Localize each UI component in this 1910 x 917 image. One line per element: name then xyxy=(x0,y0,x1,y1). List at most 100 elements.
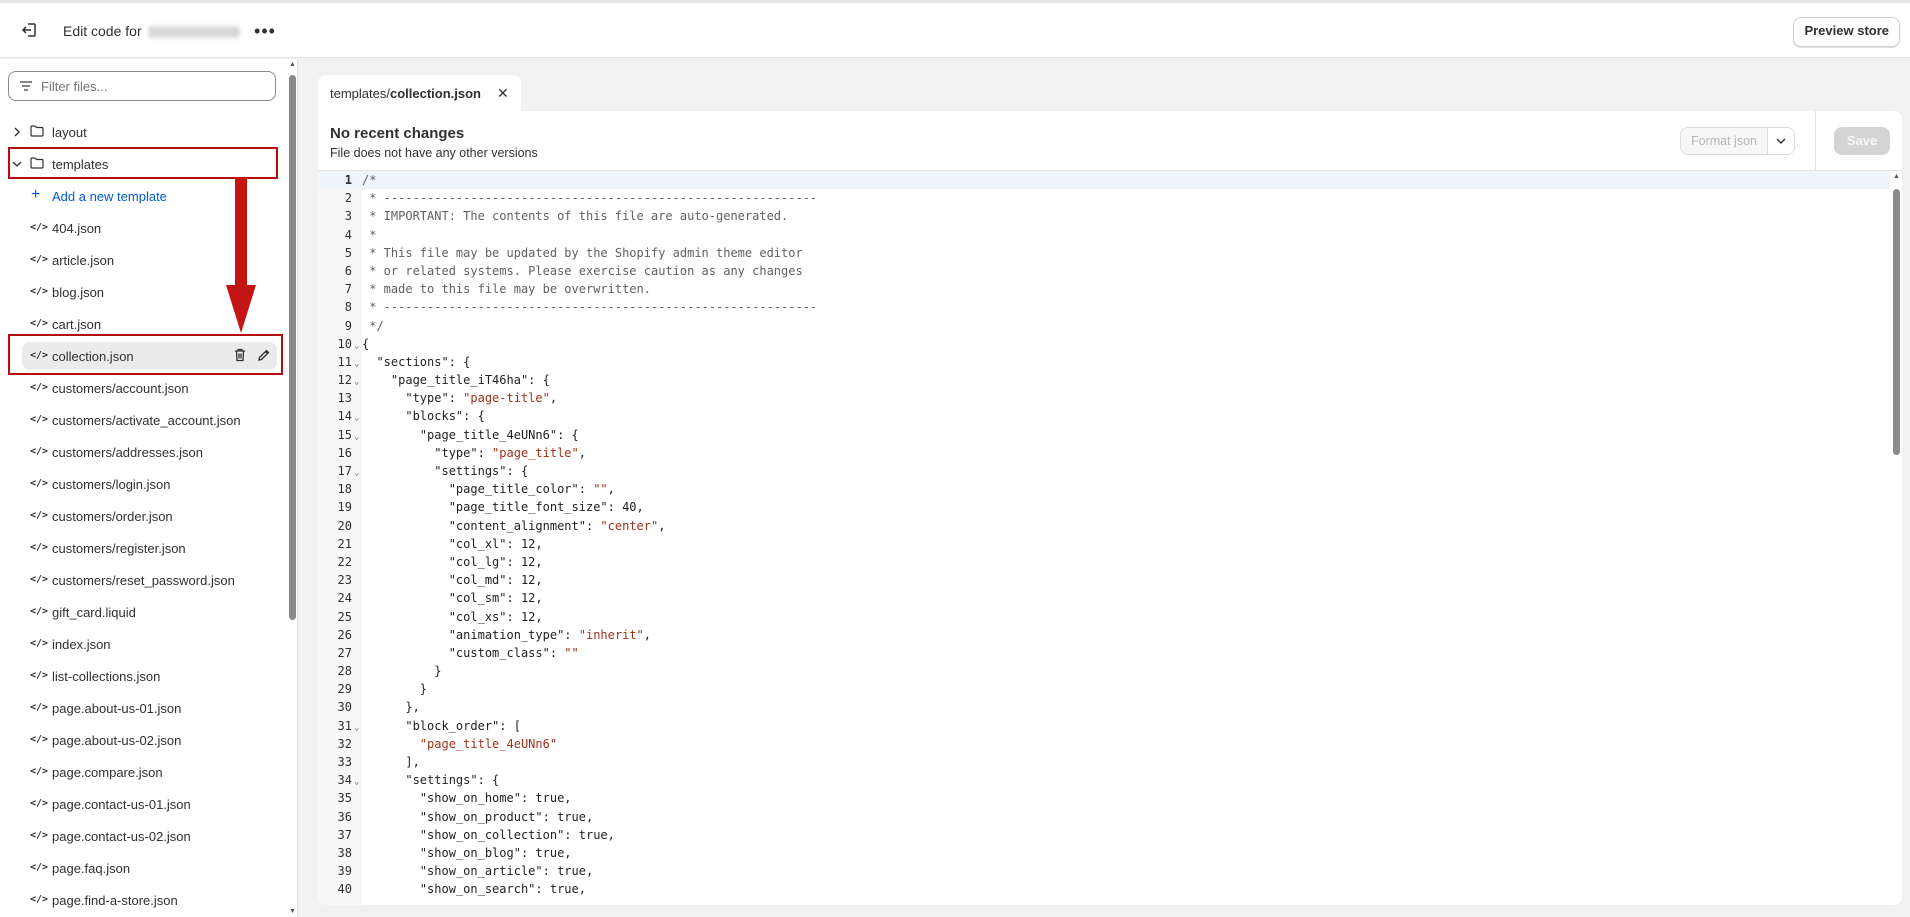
more-actions-button[interactable]: ••• xyxy=(254,20,276,42)
code-file-icon: </> xyxy=(30,766,49,777)
code-text: "col_sm": 12, xyxy=(362,591,543,606)
tab-filename: collection.json xyxy=(389,85,481,101)
file-item[interactable]: </> page.faq.json xyxy=(0,852,285,884)
code-text: "col_md": 12, xyxy=(362,573,543,588)
chevron-right-icon xyxy=(11,126,23,138)
line-number: 21 xyxy=(337,536,352,551)
file-item[interactable]: </> customers/login.json xyxy=(0,468,285,500)
code-line: 37 "show_on_collection": true, xyxy=(318,826,1890,844)
code-text: "show_on_product": true, xyxy=(362,809,594,824)
code-editor[interactable]: 1 /* 2 * ---------------------------------… xyxy=(318,171,1890,905)
line-number: 17 xyxy=(337,464,352,478)
code-line: 27 "custom_class": "" xyxy=(318,644,1890,662)
file-label: index.json xyxy=(52,636,111,652)
code-line: 25 "col_xs": 12, xyxy=(318,608,1890,626)
file-item[interactable]: </> page.find-a-store.json xyxy=(0,884,285,916)
code-line: 18 "page_title_color": "", xyxy=(318,480,1890,498)
file-item[interactable]: </> list-collections.json xyxy=(0,660,285,692)
code-text: "type": "page_title", xyxy=(362,445,586,460)
line-number: 20 xyxy=(337,518,352,533)
templates-highlight-box xyxy=(8,147,278,179)
code-line: 14 ⌄ "blocks": { xyxy=(318,407,1890,425)
line-number: 36 xyxy=(337,809,352,824)
code-line: 6 * or related systems. Please exercise … xyxy=(318,262,1890,280)
code-line: 36 "show_on_product": true, xyxy=(318,808,1890,826)
file-item[interactable]: </> page.about-us-01.json xyxy=(0,692,285,724)
file-item[interactable]: </> customers/account.json xyxy=(0,372,285,404)
scroll-up-icon[interactable]: ▲ xyxy=(1893,173,1900,180)
format-dropdown-button[interactable] xyxy=(1767,128,1794,154)
code-file-icon: </> xyxy=(30,382,49,393)
code-line: 12 ⌄ "page_title_iT46ha": { xyxy=(318,371,1890,389)
code-text: "col_lg": 12, xyxy=(362,554,543,569)
code-text: "page_title_font_size": 40, xyxy=(362,500,644,515)
scroll-up-icon[interactable]: ▲ xyxy=(289,61,296,68)
line-number: 18 xyxy=(337,482,352,497)
selected-file-highlight-box xyxy=(8,334,283,375)
format-json-button[interactable]: Format json xyxy=(1681,128,1767,154)
tab-collection-json[interactable]: templates/collection.json ✕ xyxy=(318,75,521,111)
code-line: 32 "page_title_4eUNn6" xyxy=(318,735,1890,753)
code-text: * or related systems. Please exercise ca… xyxy=(362,263,803,278)
line-number: 13 xyxy=(337,391,352,406)
code-line: 26 "animation_type": "inherit", xyxy=(318,626,1890,644)
add-template-label: Add a new template xyxy=(52,188,167,204)
filter-files-field[interactable] xyxy=(8,71,276,101)
code-text: * xyxy=(362,227,377,242)
code-file-icon: </> xyxy=(30,734,49,745)
code-file-icon: </> xyxy=(30,894,49,905)
file-item[interactable]: </> customers/activate_account.json xyxy=(0,404,285,436)
code-text: "page_title_4eUNn6" xyxy=(419,736,558,751)
code-text: * --------------------------------------… xyxy=(362,300,818,315)
file-label: page.about-us-01.json xyxy=(52,700,182,716)
file-label: gift_card.liquid xyxy=(52,604,136,620)
line-number: 3 xyxy=(344,209,352,224)
line-number: 11 xyxy=(337,354,352,369)
folder-layout[interactable]: layout xyxy=(0,116,285,148)
tab-path: templates/ xyxy=(330,85,390,101)
code-line: 34 ⌄ "settings": { xyxy=(318,771,1890,789)
code-text: "col_xl": 12, xyxy=(362,536,543,551)
sidebar-scroll-thumb[interactable] xyxy=(289,75,296,620)
file-item[interactable]: </> index.json xyxy=(0,628,285,660)
code-line: 1 /* xyxy=(318,171,1890,190)
code-text: "type": "page-title", xyxy=(362,391,558,406)
code-line: 29 } xyxy=(318,680,1890,698)
code-line: 20 "content_alignment": "center", xyxy=(318,517,1890,535)
line-number: 27 xyxy=(337,645,352,660)
sidebar-scrollbar[interactable]: ▲ ▼ xyxy=(286,59,297,917)
editor-scrollbar[interactable]: ▲ xyxy=(1890,171,1902,905)
editor-scroll-thumb[interactable] xyxy=(1893,189,1900,455)
file-item[interactable]: </> page.compare.json xyxy=(0,756,285,788)
code-text: "page_title_color": "", xyxy=(362,482,615,497)
version-status-subtitle: File does not have any other versions xyxy=(330,146,538,160)
preview-store-button[interactable]: Preview store xyxy=(1793,17,1900,47)
code-line: 38 "show_on_blog": true, xyxy=(318,844,1890,862)
file-item[interactable]: </> customers/order.json xyxy=(0,500,285,532)
code-line: 24 "col_sm": 12, xyxy=(318,589,1890,607)
exit-icon[interactable] xyxy=(16,16,44,44)
format-json-button-group: Format json xyxy=(1680,127,1795,155)
code-file-icon: </> xyxy=(30,510,49,521)
file-item[interactable]: </> page.about-us-02.json xyxy=(0,724,285,756)
code-file-icon: </> xyxy=(30,606,49,617)
file-item[interactable]: </> customers/reset_password.json xyxy=(0,564,285,596)
save-button[interactable]: Save xyxy=(1834,127,1890,155)
code-line: 10 ⌄{ xyxy=(318,335,1890,353)
line-number: 37 xyxy=(337,827,352,842)
file-item[interactable]: </> page.contact-us-01.json xyxy=(0,788,285,820)
scroll-down-icon[interactable]: ▼ xyxy=(289,908,296,915)
close-icon[interactable]: ✕ xyxy=(497,85,509,102)
code-text: } xyxy=(362,664,442,679)
line-number: 26 xyxy=(337,627,352,642)
code-line: 17 ⌄ "settings": { xyxy=(318,462,1890,480)
file-item[interactable]: </> customers/register.json xyxy=(0,532,285,564)
filter-files-input[interactable] xyxy=(39,77,263,95)
file-item[interactable]: </> customers/addresses.json xyxy=(0,436,285,468)
file-label: cart.json xyxy=(52,316,102,332)
file-item[interactable]: </> gift_card.liquid xyxy=(0,596,285,628)
line-number: 23 xyxy=(337,573,352,588)
file-item[interactable]: </> page.contact-us-02.json xyxy=(0,820,285,852)
editor-area: templates/collection.json ✕ No recent ch… xyxy=(298,59,1910,917)
file-sidebar: layout templates + Add a new template </… xyxy=(0,59,298,917)
